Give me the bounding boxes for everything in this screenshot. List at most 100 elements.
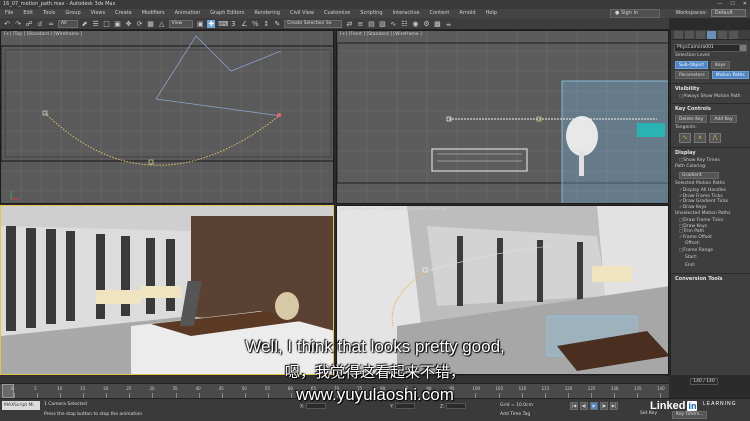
select-object-icon[interactable]: ⬈: [81, 20, 89, 28]
utilities-tab-icon[interactable]: [729, 31, 738, 39]
link-icon[interactable]: ☍: [25, 20, 33, 28]
menu-interactive[interactable]: Interactive: [388, 9, 425, 18]
add-time-tag[interactable]: Add Time Tag: [500, 412, 530, 417]
path-coloring-dropdown[interactable]: Gradient: [679, 172, 719, 179]
prompt-line: Press the stop button to stop the animat…: [44, 412, 143, 417]
mirror-icon[interactable]: ⇄: [345, 20, 353, 28]
close-button[interactable]: ✕: [743, 0, 747, 9]
undo-icon[interactable]: ↶: [3, 20, 11, 28]
menu-content[interactable]: Content: [424, 9, 454, 18]
menu-views[interactable]: Views: [86, 9, 110, 18]
display-tab-icon[interactable]: [718, 31, 727, 39]
object-name-field[interactable]: PhysCamera001: [674, 44, 747, 52]
always-show-checkbox[interactable]: Always Show Motion Path: [671, 94, 750, 100]
tangent-flat-icon[interactable]: ⋀: [709, 132, 721, 143]
menu-graph-editors[interactable]: Graph Editors: [205, 9, 249, 18]
menu-scripting[interactable]: Scripting: [355, 9, 387, 18]
menu-customize[interactable]: Customize: [319, 9, 355, 18]
maximize-button[interactable]: ☐: [730, 0, 734, 9]
menu-animation[interactable]: Animation: [170, 9, 206, 18]
layer-explorer-icon[interactable]: ▤: [367, 20, 375, 28]
visibility-header[interactable]: Visibility: [671, 84, 750, 94]
tangent-smooth-icon[interactable]: ∿: [679, 132, 691, 143]
menu-group[interactable]: Group: [60, 9, 85, 18]
viewport-label-perspective[interactable]: [+] [Perspective ] [Standard ] [Default …: [340, 207, 449, 212]
rect-selection-icon[interactable]: □: [103, 20, 111, 28]
subtitle-url: www.yuyulaoshi.com: [296, 385, 454, 404]
viewport-label-top[interactable]: [+] [Top ] [Standard ] [Wireframe ]: [4, 32, 82, 37]
unselected-motion-paths-label: Unselected Motion Paths: [675, 211, 731, 216]
motion-tab-icon[interactable]: [707, 31, 716, 39]
main-toolbar: ↶ ↷ ☍ ☌ ≈ All ⬈ ☰ □ ▣ ✥ ⟳ ▦ △ View ▣ ✚ ⌨…: [0, 18, 669, 30]
curve-editor-icon[interactable]: ∿: [389, 20, 397, 28]
viewport-label-front[interactable]: [+] [Front ] [Standard ] [Wireframe ]: [340, 32, 422, 37]
select-manipulate-icon[interactable]: ✚: [207, 19, 216, 28]
menu-modifiers[interactable]: Modifiers: [137, 9, 170, 18]
offset-label: Offset:: [685, 241, 701, 246]
reference-coordinate-dropdown[interactable]: View: [168, 19, 194, 28]
add-key-button[interactable]: Add Key: [710, 114, 737, 123]
conversion-tools-header[interactable]: Conversion Tools: [671, 274, 750, 284]
named-selection-dropdown[interactable]: Create Selection Se: [284, 19, 343, 28]
key-filters-button[interactable]: Key Filters...: [672, 411, 708, 419]
menu-rendering[interactable]: Rendering: [249, 9, 285, 18]
redo-icon[interactable]: ↷: [14, 20, 22, 28]
workspaces-label: Workspaces:: [675, 10, 708, 16]
edit-named-selection-icon[interactable]: ✎: [273, 20, 281, 28]
placement-icon[interactable]: △: [158, 20, 166, 28]
display-header[interactable]: Display: [671, 148, 750, 158]
select-by-name-icon[interactable]: ☰: [92, 20, 100, 28]
workspaces: Workspaces: Default: [675, 9, 746, 18]
menu-file[interactable]: File: [0, 9, 18, 18]
render-teapot-icon[interactable]: ☕: [444, 20, 452, 28]
object-color-swatch[interactable]: [739, 44, 747, 52]
sub-object-button[interactable]: Sub-Object: [675, 61, 708, 69]
modify-tab-icon[interactable]: [685, 31, 694, 39]
viewport-label-camera[interactable]: [+] [PhysCamera001 ] [Standard ] [Defaul…: [4, 207, 124, 212]
workspace-dropdown[interactable]: Default: [710, 9, 746, 17]
move-icon[interactable]: ✥: [125, 20, 133, 28]
render-setup-icon[interactable]: ⚙: [422, 20, 430, 28]
schematic-view-icon[interactable]: ☷: [400, 20, 408, 28]
menu-create[interactable]: Create: [110, 9, 137, 18]
sign-in-button[interactable]: ● Sign In: [610, 9, 660, 18]
window-crossing-icon[interactable]: ▣: [114, 20, 122, 28]
sign-in-label: Sign In: [620, 10, 639, 16]
menu-help[interactable]: Help: [481, 9, 502, 18]
align-icon[interactable]: ≡: [356, 20, 364, 28]
menu-arnold[interactable]: Arnold: [454, 9, 480, 18]
scene-explorer-icon[interactable]: ▧: [378, 20, 386, 28]
rotate-icon[interactable]: ⟳: [136, 20, 144, 28]
spinner-snap-icon[interactable]: ↕: [262, 20, 270, 28]
snaps-toggle-icon[interactable]: 3: [229, 20, 237, 28]
rendered-frame-icon[interactable]: ▩: [433, 20, 441, 28]
create-tab-icon[interactable]: [674, 31, 683, 39]
end-label: End:: [685, 262, 696, 268]
material-editor-icon[interactable]: ◉: [411, 20, 419, 28]
parameters-button[interactable]: Parameters: [675, 71, 709, 79]
visibility-rollout: Visibility Always Show Motion Path: [671, 83, 750, 100]
x-label: X:: [300, 404, 305, 410]
minimize-button[interactable]: —: [717, 0, 722, 9]
percent-snap-icon[interactable]: %: [251, 20, 259, 28]
pivot-center-icon[interactable]: ▣: [196, 20, 204, 28]
y-label: Y:: [390, 404, 394, 410]
hierarchy-tab-icon[interactable]: [696, 31, 705, 39]
key-controls-rollout: Key Controls Delete Key Add Key Tangents…: [671, 102, 750, 144]
motion-paths-button[interactable]: Motion Paths: [711, 71, 749, 79]
bind-spacewarp-icon[interactable]: ≈: [47, 20, 55, 28]
tangent-linear-icon[interactable]: ∧: [694, 132, 706, 143]
menu-civil-view[interactable]: Civil View: [285, 9, 319, 18]
delete-key-button[interactable]: Delete Key: [675, 114, 708, 123]
menu-tools[interactable]: Tools: [38, 9, 60, 18]
key-controls-header[interactable]: Key Controls: [671, 104, 750, 114]
keyboard-shortcut-icon[interactable]: ⌨: [218, 20, 228, 28]
viewport-top[interactable]: [+] [Top ] [Standard ] [Wireframe ]: [0, 30, 334, 204]
selection-filter-dropdown[interactable]: All: [58, 19, 78, 28]
unlink-icon[interactable]: ☌: [36, 20, 44, 28]
angle-snap-icon[interactable]: ∠: [240, 20, 248, 28]
scale-icon[interactable]: ▦: [147, 20, 155, 28]
viewport-front[interactable]: [+] [Front ] [Standard ] [Wireframe ]: [336, 30, 669, 204]
menu-edit[interactable]: Edit: [18, 9, 38, 18]
key-level-dropdown[interactable]: Keys: [710, 61, 730, 69]
